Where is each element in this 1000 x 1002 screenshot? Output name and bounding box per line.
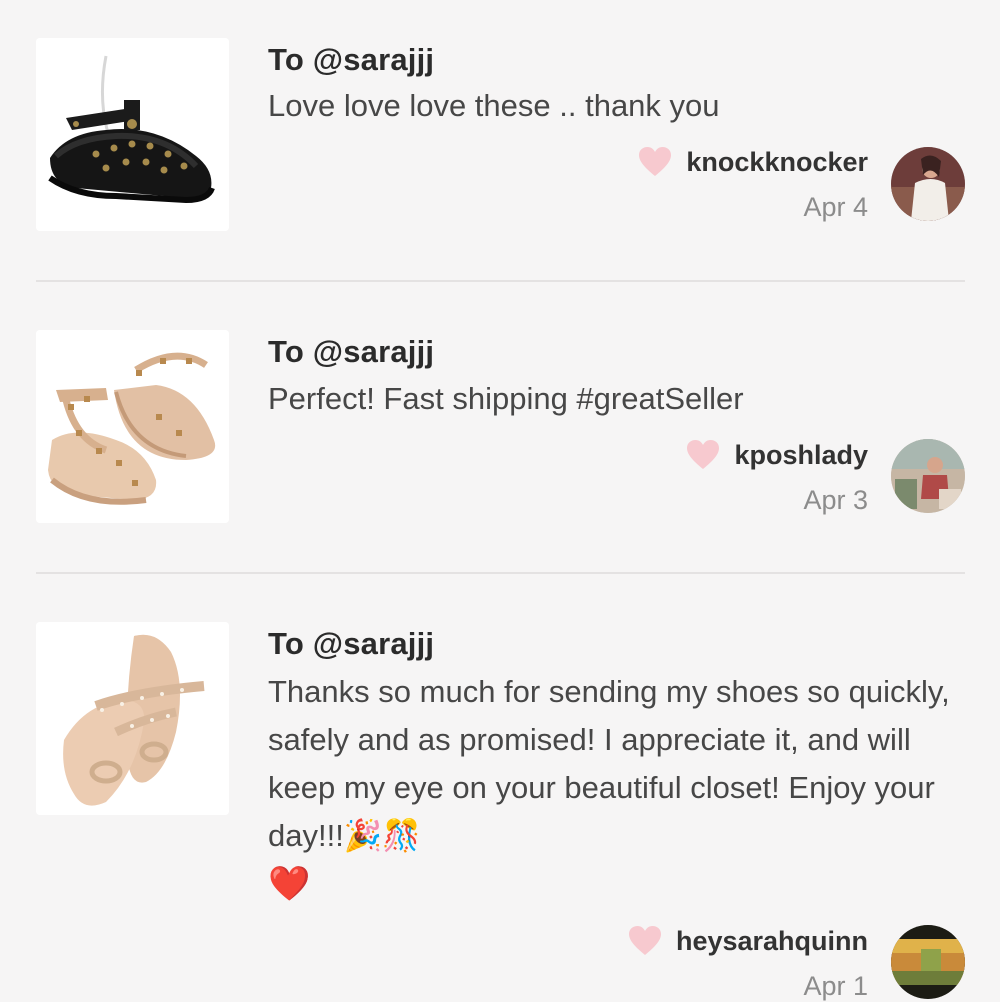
heart-emoji: ❤️ bbox=[268, 865, 311, 903]
review-meta: heysarahquinn Apr 1 bbox=[628, 925, 868, 1002]
user-avatar-icon bbox=[891, 147, 965, 221]
rose-gold-studded-sandal-icon bbox=[36, 330, 229, 523]
product-thumbnail[interactable] bbox=[36, 38, 229, 231]
reviewer-avatar[interactable] bbox=[891, 925, 965, 999]
review-message: Thanks so much for sending my shoes so q… bbox=[268, 668, 958, 909]
like-heart-icon[interactable] bbox=[628, 925, 662, 957]
review-message: Love love love these .. thank you bbox=[268, 88, 720, 123]
review-date: Apr 3 bbox=[803, 485, 868, 515]
review-message-text: Thanks so much for sending my shoes so q… bbox=[268, 674, 950, 853]
review-meta: knockknocker Apr 4 bbox=[638, 146, 868, 223]
divider bbox=[36, 280, 965, 282]
recipient-line: To @sarajjj bbox=[268, 42, 435, 77]
divider bbox=[36, 572, 965, 574]
like-heart-icon[interactable] bbox=[686, 439, 720, 471]
reviewer-avatar[interactable] bbox=[891, 439, 965, 513]
review-date: Apr 1 bbox=[803, 971, 868, 1001]
like-heart-icon[interactable] bbox=[638, 146, 672, 178]
product-thumbnail[interactable] bbox=[36, 622, 229, 815]
recipient-line: To @sarajjj bbox=[268, 626, 435, 661]
reviewer-username[interactable]: kposhlady bbox=[734, 440, 868, 471]
review-date: Apr 4 bbox=[803, 192, 868, 222]
nude-toe-ring-slide-sandal-icon bbox=[36, 622, 229, 815]
reviewer-username[interactable]: heysarahquinn bbox=[676, 926, 868, 957]
reviewer-username[interactable]: knockknocker bbox=[686, 147, 868, 178]
user-avatar-icon bbox=[891, 439, 965, 513]
user-avatar-icon bbox=[891, 925, 965, 999]
product-thumbnail[interactable] bbox=[36, 330, 229, 523]
review-message: Perfect! Fast shipping #greatSeller bbox=[268, 381, 744, 416]
black-studded-jelly-sandal-icon bbox=[36, 38, 229, 231]
review-meta: kposhlady Apr 3 bbox=[686, 439, 868, 516]
recipient-line: To @sarajjj bbox=[268, 334, 435, 369]
reviewer-avatar[interactable] bbox=[891, 147, 965, 221]
